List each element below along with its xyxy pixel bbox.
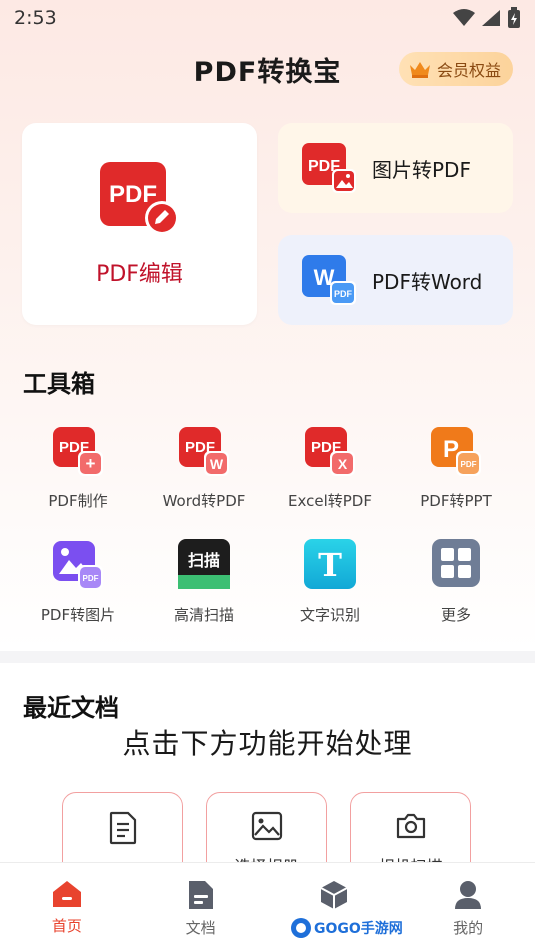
pdf-edit-icon-text: PDF [109, 181, 157, 208]
pdf-to-word-icon: W PDF [302, 255, 356, 305]
tool-label: Excel转PDF [288, 492, 372, 510]
ocr-icon-text: T [318, 546, 342, 584]
image-icon [251, 811, 282, 841]
pdf-edit-card[interactable]: PDF PDF编辑 [22, 123, 257, 325]
word-to-pdf-icon: PDF W [179, 427, 229, 476]
nav-home[interactable]: 首页 [0, 863, 134, 951]
tool-word-to-pdf[interactable]: PDF W Word转PDF [141, 424, 267, 516]
tool-label: 文字识别 [299, 606, 360, 624]
tool-label: 高清扫描 [173, 606, 234, 624]
bottom-navigation: 首页 文档 我的 [0, 862, 535, 951]
document-icon [109, 811, 136, 845]
cube-icon [320, 881, 348, 909]
scan-icon-text: 扫描 [188, 551, 220, 570]
nav-profile[interactable]: 我的 [401, 863, 535, 951]
signal-icon [482, 10, 500, 26]
battery-charging-icon [508, 7, 520, 28]
image-to-pdf-icon: PDF [302, 143, 356, 193]
pdf-to-word-card[interactable]: W PDF PDF转Word [278, 235, 513, 325]
pdf-to-image-badge: PDF [83, 574, 99, 583]
tool-pdf-to-image[interactable]: PDF PDF转图片 [15, 538, 141, 630]
pdf-edit-icon: PDF [99, 162, 179, 235]
app-title: PDF转换宝 [193, 56, 342, 88]
pdf-to-ppt-icon: P PDF [431, 427, 481, 476]
tool-label: Word转PDF [162, 492, 246, 510]
status-icons [453, 7, 521, 29]
word-to-pdf-badge: W [210, 456, 224, 472]
tool-more[interactable]: 更多 [393, 538, 519, 630]
wifi-icon [453, 9, 475, 26]
pdf-to-word-label: PDF转Word [372, 269, 483, 294]
tool-hd-scan[interactable]: 扫描 高清扫描 [141, 538, 267, 630]
nav-profile-label: 我的 [453, 919, 484, 937]
toolbox-grid: PDF + PDF制作 PDF W Word转PDF PDF X Excel转P… [15, 424, 520, 630]
home-icon [52, 881, 81, 907]
nav-home-label: 首页 [51, 917, 82, 935]
pdf-to-word-badge: PDF [334, 289, 353, 299]
file-icon [188, 881, 213, 909]
vip-benefits-button[interactable]: 会员权益 [398, 52, 513, 86]
camera-icon [396, 813, 425, 839]
section-divider [0, 651, 535, 663]
nav-documents-label: 文档 [185, 919, 216, 937]
ocr-icon: T [304, 539, 356, 589]
tool-ocr[interactable]: T 文字识别 [267, 538, 393, 630]
pdf-to-image-icon: PDF [53, 541, 103, 590]
pdf-create-badge: + [86, 454, 96, 473]
pdf-to-ppt-badge: PDF [461, 460, 477, 469]
tool-label: PDF转图片 [40, 606, 116, 624]
scan-icon: 扫描 [178, 539, 230, 589]
nav-documents[interactable]: 文档 [134, 863, 268, 951]
app-header: PDF转换宝 会员权益 [0, 44, 535, 94]
tool-label: 更多 [440, 606, 471, 624]
excel-to-pdf-icon: PDF X [305, 427, 355, 476]
watermark-logo: GOGO手游网 [290, 913, 403, 943]
recent-empty-hint: 点击下方功能开始处理 [122, 727, 413, 760]
tool-pdf-to-ppt[interactable]: P PDF PDF转PPT [393, 424, 519, 516]
tool-label: PDF转PPT [420, 492, 492, 510]
tool-label: PDF制作 [48, 492, 108, 510]
recent-docs-title: 最近文档 [23, 694, 119, 722]
pdf-edit-label: PDF编辑 [96, 262, 183, 287]
toolbox-title: 工具箱 [23, 370, 95, 398]
watermark-text: GOGO手游网 [314, 921, 403, 937]
tool-excel-to-pdf[interactable]: PDF X Excel转PDF [267, 424, 393, 516]
status-bar: 2:53 [0, 0, 535, 36]
excel-to-pdf-badge: X [338, 456, 348, 472]
user-icon [455, 881, 482, 909]
crown-icon [409, 62, 430, 78]
more-grid-icon [432, 539, 480, 587]
status-time: 2:53 [14, 7, 57, 29]
tool-pdf-create[interactable]: PDF + PDF制作 [15, 424, 141, 516]
pdf-create-icon: PDF + [53, 427, 103, 476]
vip-label: 会员权益 [436, 61, 501, 80]
watermark-icon [291, 918, 311, 938]
image-to-pdf-label: 图片转PDF [372, 157, 471, 182]
image-to-pdf-card[interactable]: PDF 图片转PDF [278, 123, 513, 213]
